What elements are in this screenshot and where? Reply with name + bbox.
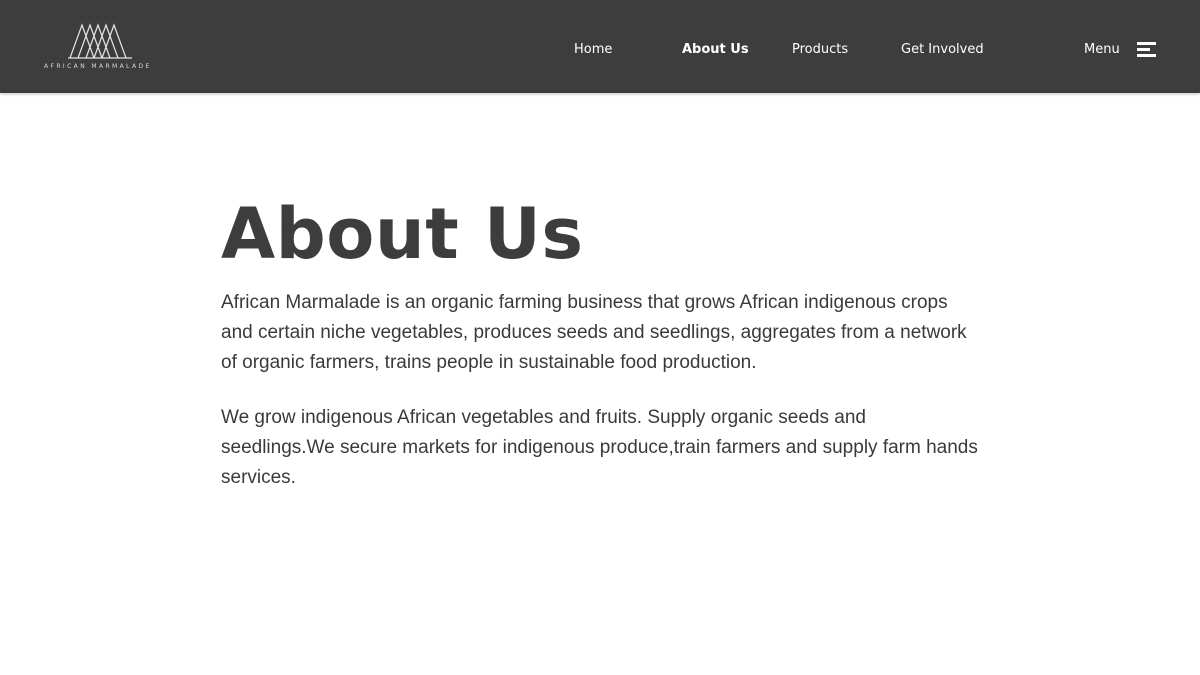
intro-paragraph: African Marmalade is an organic farming … xyxy=(221,292,967,373)
nav-about-us[interactable]: About Us xyxy=(682,42,749,58)
site-logo[interactable]: AFRICAN MARMALADE xyxy=(44,23,162,71)
services-paragraph: We grow indigenous African vegetables an… xyxy=(221,407,978,488)
nav-products[interactable]: Products xyxy=(792,42,848,58)
menu-button[interactable]: Menu xyxy=(1084,40,1160,60)
hamburger-icon xyxy=(1137,42,1156,58)
about-section: About Us African Marmalade is an organic… xyxy=(221,190,981,518)
mountain-lines-logo-icon xyxy=(68,23,132,59)
menu-label: Menu xyxy=(1084,42,1120,57)
nav-home[interactable]: Home xyxy=(574,42,612,58)
page-title: About Us xyxy=(221,193,584,275)
site-header: AFRICAN MARMALADE Home About Us Products… xyxy=(0,0,1200,93)
nav-get-involved[interactable]: Get Involved xyxy=(901,42,984,58)
logo-wordmark: AFRICAN MARMALADE xyxy=(44,63,152,70)
